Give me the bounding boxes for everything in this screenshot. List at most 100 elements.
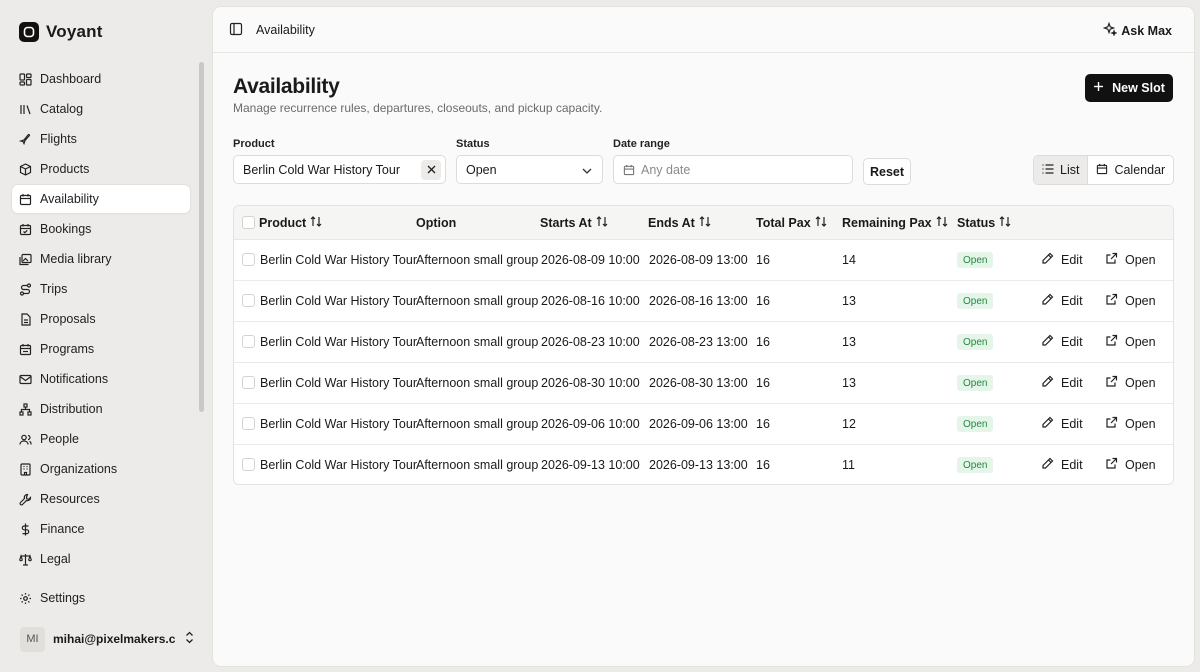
edit-button[interactable]: Edit — [1041, 375, 1083, 391]
sort-icon — [596, 216, 608, 230]
open-button[interactable]: Open — [1105, 334, 1156, 350]
sidebar-item-media-library[interactable]: Media library — [12, 245, 190, 273]
sidebar-item-flights[interactable]: Flights — [12, 125, 190, 153]
list-view-button[interactable]: List — [1034, 156, 1089, 184]
open-button[interactable]: Open — [1105, 252, 1156, 268]
open-label: Open — [1125, 253, 1156, 267]
cell-starts-at: 2026-09-13 10:00 — [541, 458, 640, 472]
table-row[interactable]: Berlin Cold War History Tour Afternoon s… — [234, 281, 1173, 322]
row-checkbox[interactable] — [242, 335, 255, 348]
cell-option: Afternoon small group — [416, 294, 539, 308]
row-checkbox[interactable] — [242, 253, 255, 266]
cell-starts-at: 2026-08-30 10:00 — [541, 376, 640, 390]
table-row[interactable]: Berlin Cold War History Tour Afternoon s… — [234, 322, 1173, 363]
open-button[interactable]: Open — [1105, 416, 1156, 432]
mail-icon — [19, 373, 32, 386]
user-menu[interactable]: MI mihai@pixelmakers.c... — [20, 626, 195, 652]
edit-button[interactable]: Edit — [1041, 293, 1083, 309]
sidebar-toggle-icon[interactable] — [229, 22, 243, 36]
status-select[interactable]: Open — [456, 155, 603, 184]
open-button[interactable]: Open — [1105, 293, 1156, 309]
images-icon — [19, 253, 32, 266]
external-link-icon — [1105, 334, 1118, 350]
library-icon — [19, 103, 32, 116]
cell-option: Afternoon small group — [416, 253, 539, 267]
column-header-starts-at[interactable]: Starts At — [540, 216, 608, 230]
open-button[interactable]: Open — [1105, 457, 1156, 473]
sidebar-item-bookings[interactable]: Bookings — [12, 215, 190, 243]
sidebar-item-catalog[interactable]: Catalog — [12, 95, 190, 123]
cell-product: Berlin Cold War History Tour — [260, 253, 417, 267]
sidebar-item-label: Distribution — [40, 402, 103, 416]
sidebar-item-proposals[interactable]: Proposals — [12, 305, 190, 333]
dollar-icon — [19, 523, 32, 536]
sidebar: Voyant Dashboard Catalog Flights Product… — [0, 0, 212, 672]
select-all-checkbox[interactable] — [242, 216, 255, 229]
column-header-total-pax[interactable]: Total Pax — [756, 216, 827, 230]
page-title: Availability — [233, 75, 340, 98]
sidebar-item-trips[interactable]: Trips — [12, 275, 190, 303]
plus-icon — [1093, 81, 1104, 95]
clear-product-button[interactable] — [421, 159, 441, 180]
breadcrumb[interactable]: Availability — [256, 23, 315, 37]
sparkles-icon — [1103, 21, 1119, 39]
edit-button[interactable]: Edit — [1041, 416, 1083, 432]
calendar-range-icon — [19, 343, 32, 356]
sidebar-item-resources[interactable]: Resources — [12, 485, 190, 513]
column-header-remaining-pax[interactable]: Remaining Pax — [842, 216, 948, 230]
sidebar-item-products[interactable]: Products — [12, 155, 190, 183]
edit-button[interactable]: Edit — [1041, 334, 1083, 350]
edit-label: Edit — [1061, 294, 1083, 308]
table-row[interactable]: Berlin Cold War History Tour Afternoon s… — [234, 240, 1173, 281]
sidebar-item-legal[interactable]: Legal — [12, 545, 190, 573]
new-slot-button[interactable]: New Slot — [1085, 74, 1173, 102]
sidebar-item-label: Legal — [40, 552, 71, 566]
sidebar-item-label: Proposals — [40, 312, 96, 326]
sidebar-item-finance[interactable]: Finance — [12, 515, 190, 543]
list-icon — [1042, 163, 1054, 177]
edit-button[interactable]: Edit — [1041, 457, 1083, 473]
sidebar-scrollbar[interactable] — [199, 62, 204, 412]
pencil-icon — [1041, 252, 1054, 268]
column-header-product[interactable]: Product — [259, 216, 322, 230]
open-label: Open — [1125, 335, 1156, 349]
ask-max-button[interactable]: Ask Max — [1103, 21, 1172, 39]
pencil-icon — [1041, 334, 1054, 350]
cell-starts-at: 2026-08-09 10:00 — [541, 253, 640, 267]
row-checkbox[interactable] — [242, 294, 255, 307]
open-label: Open — [1125, 294, 1156, 308]
sidebar-item-people[interactable]: People — [12, 425, 190, 453]
sidebar-item-settings[interactable]: Settings — [12, 584, 190, 612]
calendar-view-button[interactable]: Calendar — [1088, 156, 1173, 184]
cell-remaining-pax: 12 — [842, 417, 856, 431]
date-range-picker[interactable]: Any date — [613, 155, 853, 184]
product-filter[interactable]: Berlin Cold War History Tour — [233, 155, 446, 184]
brand[interactable]: Voyant — [19, 21, 103, 43]
row-checkbox[interactable] — [242, 417, 255, 430]
sidebar-item-availability[interactable]: Availability — [12, 185, 190, 213]
row-checkbox[interactable] — [242, 376, 255, 389]
external-link-icon — [1105, 252, 1118, 268]
sidebar-item-programs[interactable]: Programs — [12, 335, 190, 363]
open-label: Open — [1125, 376, 1156, 390]
row-checkbox[interactable] — [242, 458, 255, 471]
reset-button[interactable]: Reset — [863, 158, 911, 185]
sidebar-item-organizations[interactable]: Organizations — [12, 455, 190, 483]
table-row[interactable]: Berlin Cold War History Tour Afternoon s… — [234, 404, 1173, 445]
column-header-status[interactable]: Status — [957, 216, 1011, 230]
sidebar-item-label: Resources — [40, 492, 100, 506]
sidebar-item-notifications[interactable]: Notifications — [12, 365, 190, 393]
cell-remaining-pax: 13 — [842, 376, 856, 390]
external-link-icon — [1105, 375, 1118, 391]
open-button[interactable]: Open — [1105, 375, 1156, 391]
edit-button[interactable]: Edit — [1041, 252, 1083, 268]
column-header-ends-at[interactable]: Ends At — [648, 216, 711, 230]
cell-product: Berlin Cold War History Tour — [260, 417, 417, 431]
sidebar-item-distribution[interactable]: Distribution — [12, 395, 190, 423]
page-subtitle: Manage recurrence rules, departures, clo… — [233, 101, 603, 115]
sidebar-item-dashboard[interactable]: Dashboard — [12, 65, 190, 93]
table-row[interactable]: Berlin Cold War History Tour Afternoon s… — [234, 445, 1173, 484]
table-row[interactable]: Berlin Cold War History Tour Afternoon s… — [234, 363, 1173, 404]
sidebar-item-label: Settings — [40, 591, 86, 605]
column-label: Total Pax — [756, 216, 811, 230]
